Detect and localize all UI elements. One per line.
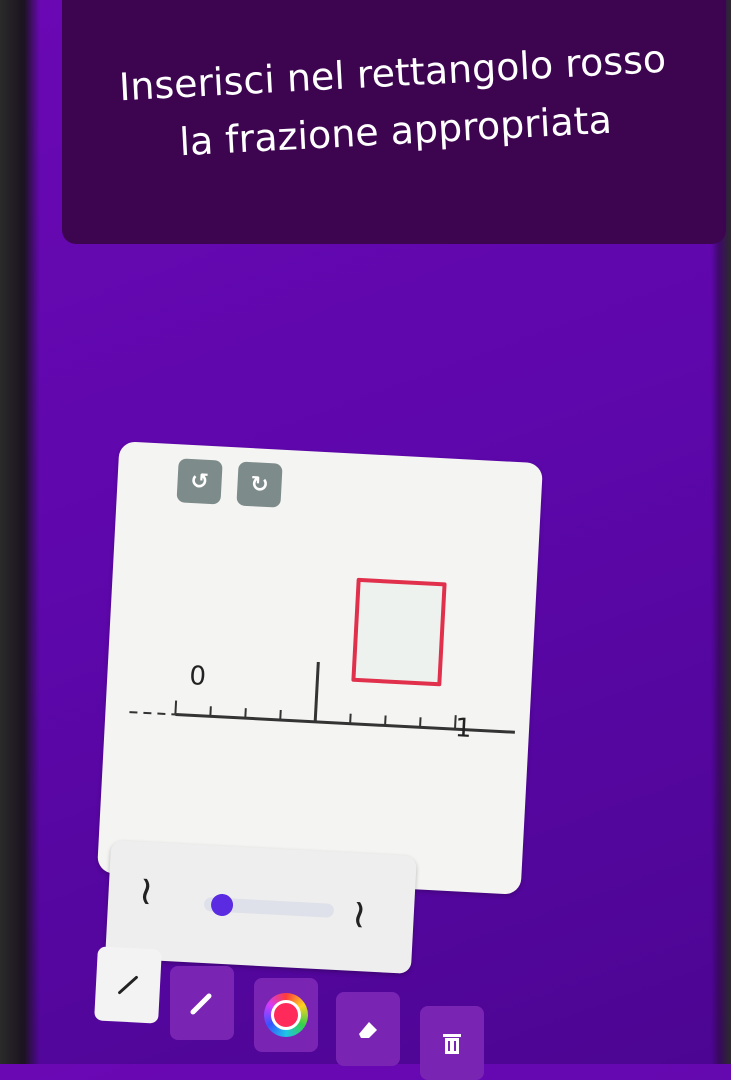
eraser-icon [359,1022,377,1038]
undo-icon: ↺ [189,468,210,495]
current-color-swatch [271,1000,301,1030]
trash-icon [443,1034,461,1054]
pen-icon [118,975,138,995]
number-line-tick [349,713,352,724]
eraser-tool-button[interactable] [336,992,400,1066]
number-line: 0 1 [115,652,528,793]
stroke-size-slider-thumb[interactable] [209,893,234,917]
drawing-canvas[interactable]: ↺ ↻ 0 1 [96,441,544,895]
redo-icon: ↻ [249,471,270,498]
prompt-banner: Inserisci nel rettangolo rosso la frazio… [62,0,726,244]
redo-button[interactable]: ↻ [236,461,283,508]
number-line-dashed-extension [115,710,176,716]
number-line-tick [174,700,178,715]
device-bezel-left [0,0,40,1064]
number-line-label-one: 1 [454,713,473,744]
clear-all-button[interactable] [420,1006,484,1080]
number-line-tick [209,706,212,717]
thin-stroke-icon: ≀ [137,867,155,915]
number-line-tick [244,708,247,719]
undo-button[interactable]: ↺ [176,458,223,505]
number-line-label-zero: 0 [188,661,207,693]
drawing-toolbar [92,940,731,1080]
number-line-tick [384,715,387,726]
pen-tool-button[interactable] [94,946,162,1024]
number-line-marked-tick [313,661,320,722]
number-line-tick [279,709,282,721]
thick-stroke-icon: ≀ [350,890,368,938]
color-picker-button[interactable] [254,978,318,1052]
number-line-tick [419,717,422,728]
marker-tool-button[interactable] [170,966,234,1040]
marker-icon [190,993,212,1015]
prompt-text: Inserisci nel rettangolo rosso la frazio… [117,36,668,165]
color-picker-icon [264,993,308,1037]
